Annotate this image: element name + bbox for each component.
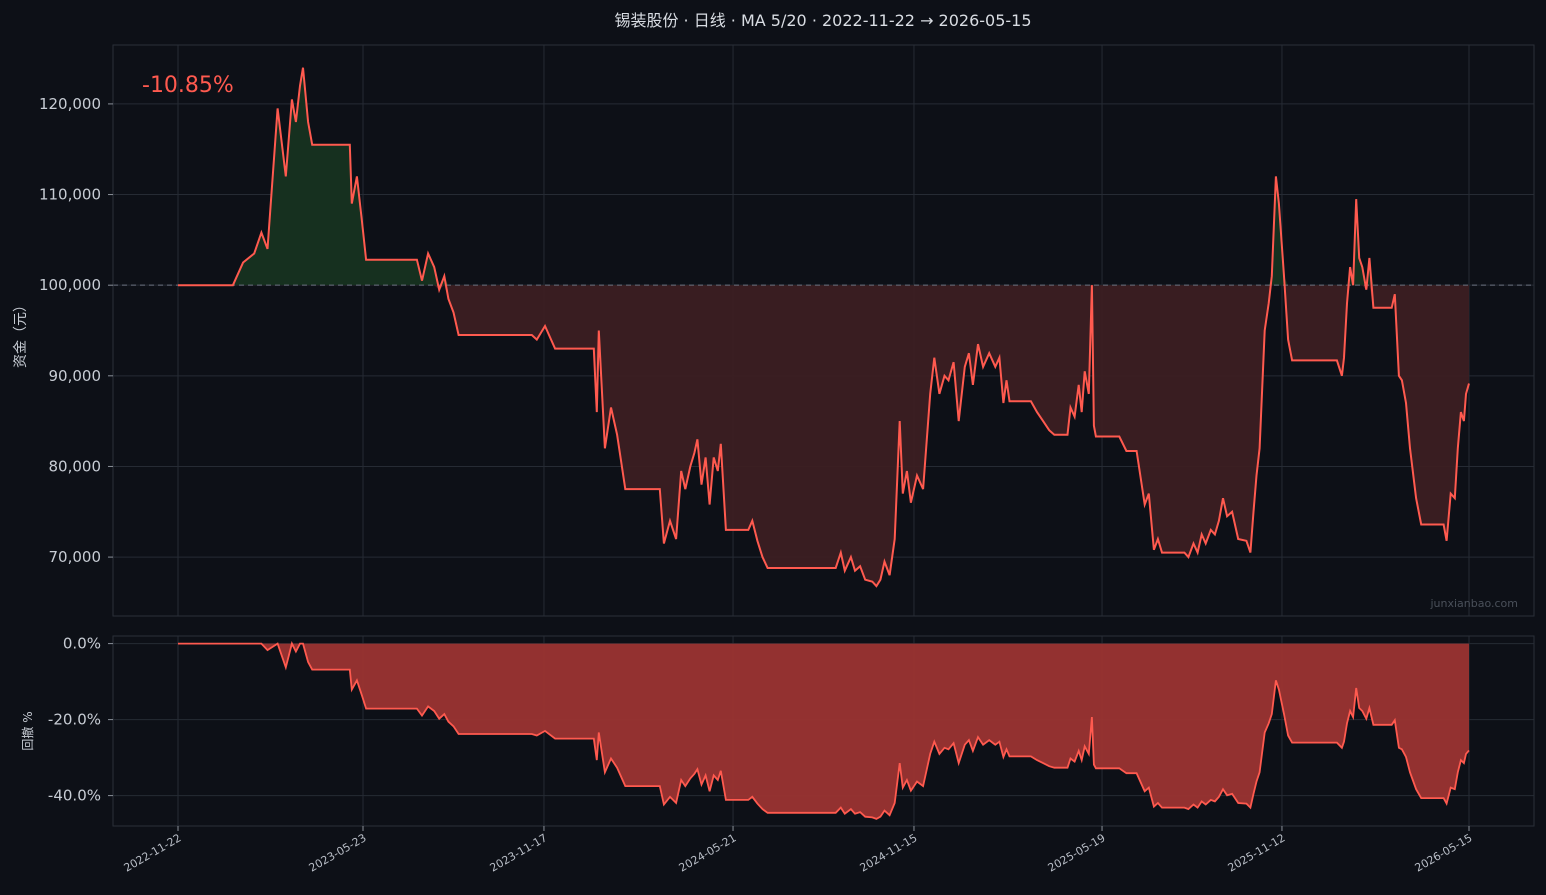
drawdown-y-label: 回撤 % xyxy=(20,711,35,750)
equity-ytick-label: 70,000 xyxy=(49,548,102,566)
chart-title: 锡装股份 · 日线 · MA 5/20 · 2022-11-22 → 2026-… xyxy=(614,11,1031,30)
drawdown-ytick-label: -20.0% xyxy=(48,711,101,729)
drawdown-ytick-label: 0.0% xyxy=(63,635,101,653)
return-label: -10.85% xyxy=(142,73,234,98)
equity-y-label: 资金（元） xyxy=(13,298,29,368)
equity-ytick-label: 120,000 xyxy=(39,95,101,113)
equity-ytick-label: 110,000 xyxy=(39,186,101,204)
equity-ytick-label: 80,000 xyxy=(49,457,102,475)
watermark: junxianbao.com xyxy=(1429,597,1518,610)
equity-drawdown-chart: 锡装股份 · 日线 · MA 5/20 · 2022-11-22 → 2026-… xyxy=(0,0,1546,895)
drawdown-ytick-label: -40.0% xyxy=(48,787,101,805)
equity-ytick-label: 100,000 xyxy=(39,276,101,294)
equity-ytick-label: 90,000 xyxy=(49,367,102,385)
